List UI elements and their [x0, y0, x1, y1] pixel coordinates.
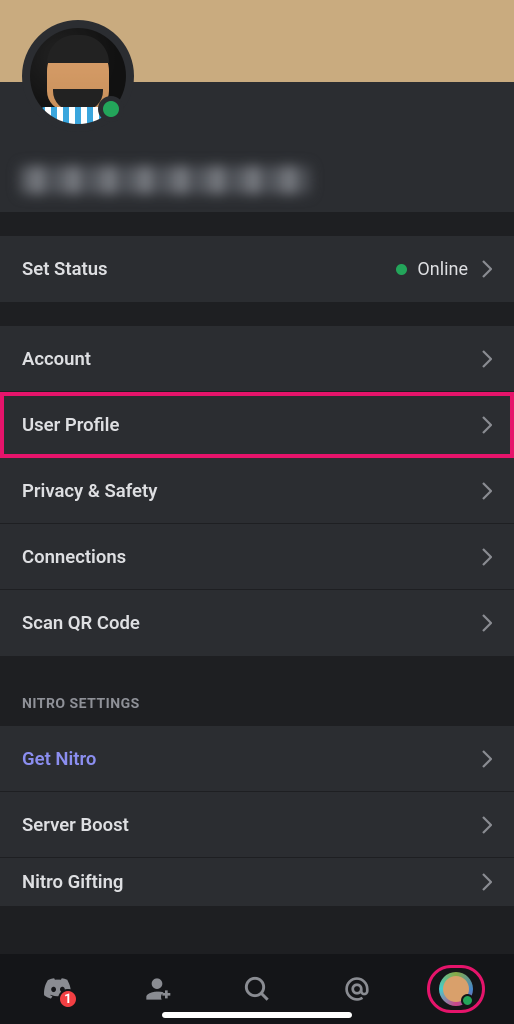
mentions-icon: [341, 973, 373, 1005]
nitro-section-title: NITRO SETTINGS: [0, 672, 514, 726]
tab-home[interactable]: 1: [28, 959, 88, 1019]
nitro-row-get-nitro[interactable]: Get Nitro: [0, 726, 514, 792]
settings-row-scan-qr-code[interactable]: Scan QR Code: [0, 590, 514, 656]
row-label: Scan QR Code: [22, 612, 482, 634]
row-label: Get Nitro: [22, 748, 482, 770]
settings-row-connections[interactable]: Connections: [0, 524, 514, 590]
row-label: Privacy & Safety: [22, 480, 482, 502]
settings-row-privacy-safety[interactable]: Privacy & Safety: [0, 458, 514, 524]
chevron-right-icon: [482, 614, 492, 632]
chevron-right-icon: [482, 873, 492, 891]
chevron-right-icon: [482, 416, 492, 434]
home-indicator: [162, 1012, 352, 1018]
chevron-right-icon: [482, 260, 492, 278]
tab-mentions[interactable]: [327, 959, 387, 1019]
chevron-right-icon: [482, 816, 492, 834]
chevron-right-icon: [482, 482, 492, 500]
settings-row-user-profile[interactable]: User Profile: [0, 392, 514, 458]
username: [20, 166, 310, 194]
chevron-right-icon: [482, 548, 492, 566]
row-label: Connections: [22, 546, 482, 568]
tab-profile[interactable]: [426, 959, 486, 1019]
tab-bar: 1: [0, 954, 514, 1024]
row-label: Server Boost: [22, 814, 482, 836]
status-value: Online: [396, 259, 468, 280]
notification-badge: 1: [58, 989, 78, 1009]
set-status-row[interactable]: Set Status Online: [0, 236, 514, 302]
tab-search[interactable]: [227, 959, 287, 1019]
friends-icon: [141, 973, 173, 1005]
avatar-icon: [439, 972, 473, 1006]
status-text: Online: [417, 259, 468, 280]
chevron-right-icon: [482, 750, 492, 768]
search-icon: [241, 973, 273, 1005]
avatar[interactable]: [22, 20, 134, 132]
row-label: Set Status: [22, 258, 396, 280]
nitro-row-server-boost[interactable]: Server Boost: [0, 792, 514, 858]
online-dot-icon: [396, 264, 407, 275]
settings-row-account[interactable]: Account: [0, 326, 514, 392]
nitro-row-nitro-gifting[interactable]: Nitro Gifting: [0, 858, 514, 906]
status-indicator-icon: [98, 96, 124, 122]
chevron-right-icon: [482, 350, 492, 368]
profile-header: [0, 82, 514, 212]
row-label: User Profile: [22, 414, 482, 436]
settings-screen: Set Status Online Account User Profile Pri…: [0, 0, 514, 1024]
row-label: Nitro Gifting: [22, 871, 482, 893]
tab-friends[interactable]: [127, 959, 187, 1019]
row-label: Account: [22, 348, 482, 370]
settings-list[interactable]: Set Status Online Account User Profile Pri…: [0, 212, 514, 954]
